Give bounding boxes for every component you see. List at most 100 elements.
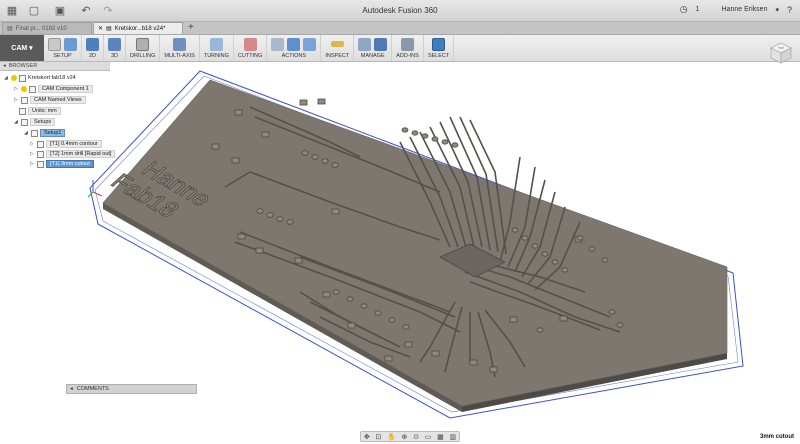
browser-header[interactable]: ◂ BROWSER <box>0 62 110 71</box>
look-at-icon[interactable]: ⊡ <box>375 433 381 441</box>
drill-op-icon <box>37 150 44 158</box>
tree-label: Setup1 <box>40 129 66 137</box>
multi-axis-icon <box>173 37 187 51</box>
browser-panel: ◂ BROWSER <box>0 62 110 71</box>
close-icon[interactable]: ✕ <box>98 25 103 32</box>
folder-icon <box>21 96 28 104</box>
expand-icon[interactable]: ▷ <box>30 151 35 157</box>
workspace-label: CAM <box>11 44 28 52</box>
contour-op-icon <box>37 140 44 148</box>
app-grid-icon[interactable]: ▦ <box>4 3 20 19</box>
user-name[interactable]: Hanne Eriksen <box>722 6 768 13</box>
group-label: SELECT <box>427 53 450 59</box>
comments-panel[interactable]: ◂ COMMENTS <box>66 384 197 394</box>
document-icon <box>19 74 26 82</box>
tree-node-component[interactable]: ▷ CAM Component 1 <box>14 85 93 93</box>
toolbar-group-turning[interactable]: TURNING <box>200 35 234 61</box>
display-settings-icon[interactable]: ▭ <box>425 433 432 441</box>
toolbar-group-manage[interactable]: MANAGE <box>354 35 393 61</box>
group-label: SETUP <box>53 53 72 59</box>
group-label: CUTTING <box>237 53 263 59</box>
drill-icon <box>136 37 150 51</box>
group-label: MULTI-AXIS <box>164 53 195 59</box>
clock-icon[interactable]: ◷ <box>680 4 688 15</box>
template-icon <box>374 37 388 51</box>
workspace-switcher[interactable]: CAM ▾ <box>0 35 44 61</box>
expand-icon[interactable]: ▷ <box>30 161 35 167</box>
tree-node-setup1[interactable]: ◢ Setup1 <box>24 129 66 137</box>
tree-node-root[interactable]: ◢ Kretskort fab18 v24 <box>4 74 76 82</box>
toolbar-group-select[interactable]: SELECT <box>424 35 455 61</box>
tree-label: [T2] 1mm drill [Rapid out] <box>46 150 116 158</box>
tree-label: [T1] 0.4mm contour <box>46 140 102 148</box>
setup-icon <box>48 37 61 51</box>
ribbon-toolbar: CAM ▾ SETUP 2D 3D DRILLING MULTI-AXIS TU… <box>0 35 800 62</box>
title-bar: Autodesk Fusion 360 ▦ ▢ ▣ ↶ ↷ ◷ 1 Hanne … <box>0 0 800 22</box>
pcb-board <box>102 79 728 407</box>
fit-icon[interactable]: ⊙ <box>413 433 419 441</box>
group-label: DRILLING <box>130 53 156 59</box>
navigation-bar: ✥ ⊡ ✋ ⊕ ⊙ ▭ ▦ ▥ <box>360 431 460 442</box>
user-menu-chevron-icon[interactable]: ▾ <box>775 6 779 14</box>
turning-icon <box>209 37 223 51</box>
tree-node-op-drill[interactable]: ▷ [T2] 1mm drill [Rapid out] <box>30 150 116 158</box>
tree-label: CAM Component 1 <box>38 85 93 93</box>
toolbar-group-cutting[interactable]: CUTTING <box>234 35 268 61</box>
component-icon <box>29 85 36 93</box>
notification-count[interactable]: 1 <box>696 6 700 13</box>
post-process-icon <box>287 37 301 51</box>
setup-sheet-icon <box>303 37 317 51</box>
toolbar-group-setup[interactable]: SETUP <box>44 35 82 61</box>
viewports-icon[interactable]: ▥ <box>449 433 456 441</box>
cutout-op-icon <box>37 160 44 168</box>
tree-node-setups[interactable]: ◢ Setups <box>14 118 56 126</box>
setup-sheet-icon <box>64 37 77 51</box>
orbit-icon[interactable]: ✥ <box>364 433 370 441</box>
toolbar-group-inspect[interactable]: INSPECT <box>321 35 355 61</box>
group-label: ACTIONS <box>281 53 307 59</box>
pan-icon[interactable]: ✋ <box>387 433 396 441</box>
help-icon[interactable]: ? <box>787 5 792 15</box>
expand-icon[interactable]: ◂ <box>70 386 73 392</box>
expand-icon[interactable]: ◢ <box>4 75 9 81</box>
collapse-icon[interactable]: ◂ <box>3 63 6 69</box>
toolbar-group-multi-axis[interactable]: MULTI-AXIS <box>160 35 200 61</box>
toolbar-group-3d[interactable]: 3D <box>104 35 126 61</box>
file-icon[interactable]: ▢ <box>26 3 42 19</box>
zoom-icon[interactable]: ⊕ <box>402 433 408 441</box>
toolbar-group-actions[interactable]: ACTIONS <box>267 35 322 61</box>
tree-node-op-contour[interactable]: ▷ [T1] 0.4mm contour <box>30 140 102 148</box>
visibility-bulb-icon[interactable] <box>21 86 27 92</box>
2d-pocket-icon <box>86 37 99 51</box>
tree-node-op-cutout[interactable]: ▷ [T1] 3mm cutout <box>30 160 94 168</box>
add-tab-button[interactable]: + <box>188 22 194 34</box>
undo-icon[interactable]: ↶ <box>78 3 94 19</box>
grid-icon[interactable]: ▦ <box>437 433 444 441</box>
browser-title: BROWSER <box>8 63 38 69</box>
redo-icon[interactable]: ↷ <box>100 3 116 19</box>
tab-kretskort[interactable]: ✕ ▤ Kretskor...b18 v24* <box>93 22 183 34</box>
document-icon: ▤ <box>7 26 13 32</box>
expand-icon[interactable]: ◢ <box>14 119 19 125</box>
toolbar-group-add-ins[interactable]: ADD-INS <box>392 35 424 61</box>
expand-icon[interactable]: ▷ <box>14 97 19 103</box>
simulate-icon <box>271 37 285 51</box>
add-ins-icon <box>401 37 415 51</box>
expand-icon[interactable]: ▷ <box>14 86 19 92</box>
tool-library-icon <box>358 37 372 51</box>
setup-icon <box>31 129 38 137</box>
visibility-bulb-icon[interactable] <box>11 75 17 81</box>
3d-adaptive-icon <box>108 37 121 51</box>
tree-node-units[interactable]: Units: mm <box>19 107 61 115</box>
group-label: 2D <box>88 53 97 59</box>
expand-icon[interactable]: ◢ <box>24 130 29 136</box>
expand-icon[interactable]: ▷ <box>30 141 35 147</box>
measure-icon <box>330 41 344 47</box>
toolbar-group-drilling[interactable]: DRILLING <box>126 35 161 61</box>
tab-label: Kretskor...b18 v24* <box>114 25 166 32</box>
tree-node-named-views[interactable]: ▷ CAM Named Views <box>14 96 86 104</box>
tab-final-project[interactable]: ▤ Final pr... 0182 v10 <box>2 22 92 34</box>
save-icon[interactable]: ▣ <box>52 3 68 19</box>
toolbar-group-2d[interactable]: 2D <box>82 35 104 61</box>
tree-label: CAM Named Views <box>30 96 86 104</box>
